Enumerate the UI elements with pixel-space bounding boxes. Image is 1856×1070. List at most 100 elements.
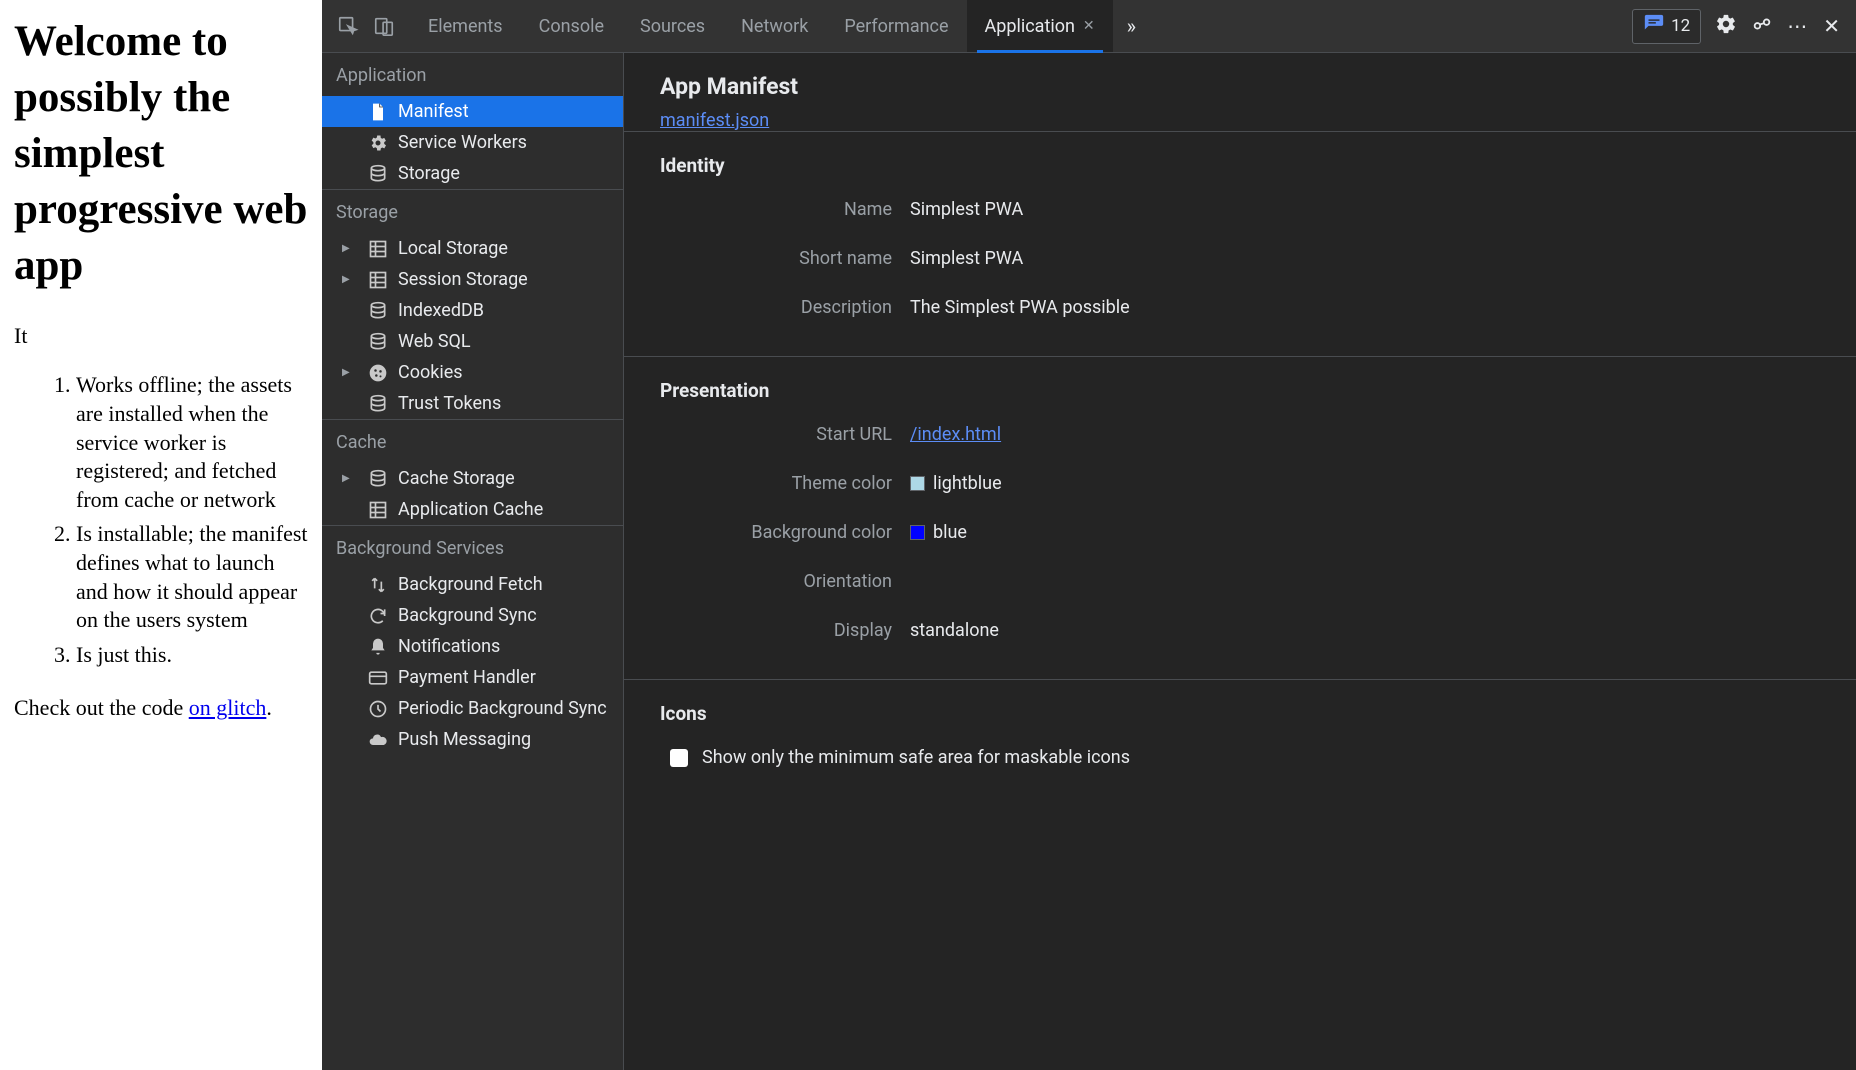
tab-application[interactable]: Application ✕ [967,0,1113,52]
sidebar-item-label: Trust Tokens [398,393,501,414]
settings-icon[interactable] [1715,13,1737,40]
list-item: Is installable; the manifest defines wha… [76,520,308,634]
tab-label: Elements [428,16,503,37]
inspect-element-icon[interactable] [330,8,366,44]
kv-orientation: Orientation [660,571,1820,592]
kv-name: Name Simplest PWA [660,199,1820,220]
kv-label: Theme color [660,473,910,494]
sidebar-item-background-sync[interactable]: Background Sync [322,600,623,631]
tab-strip: Elements Console Sources Network Perform… [410,0,1113,52]
start-url-link[interactable]: /index.html [910,424,1001,445]
devtools-body: ApplicationManifest Service Workers Storag… [322,53,1856,1070]
close-icon[interactable]: ✕ [1083,18,1095,34]
sidebar-section-title: Background Services [322,525,623,569]
more-tabs-icon[interactable]: » [1113,14,1150,38]
sidebar-item-application-cache[interactable]: Application Cache [322,494,623,525]
toggle-device-icon[interactable] [366,8,402,44]
tab-console[interactable]: Console [521,0,622,52]
kv-label: Short name [660,248,910,269]
checkout-prefix: Check out the code [14,695,189,720]
sidebar-item-trust-tokens[interactable]: Trust Tokens [322,388,623,419]
db-icon [368,469,388,489]
sidebar-section-title: Storage [322,189,623,233]
tab-label: Console [539,16,604,37]
sidebar-item-periodic-background-sync[interactable]: Periodic Background Sync [322,693,623,724]
tab-sources[interactable]: Sources [622,0,723,52]
kv-value: lightblue [933,473,1002,494]
manifest-file-link[interactable]: manifest.json [660,110,769,131]
whats-new-icon[interactable] [1751,13,1773,40]
kv-value: blue [933,522,967,543]
kv-value: standalone [910,620,999,641]
section-heading: Presentation [660,379,1820,402]
sidebar-item-local-storage[interactable]: Local Storage [322,233,623,264]
page-intro: It [14,323,308,349]
application-sidebar: ApplicationManifest Service Workers Storag… [322,53,624,1070]
tabbar-right-group: 12 ⋯ ✕ [1632,9,1848,44]
sidebar-item-notifications[interactable]: Notifications [322,631,623,662]
tab-performance[interactable]: Performance [826,0,966,52]
page-checkout: Check out the code on glitch. [14,695,308,721]
kv-description: Description The Simplest PWA possible [660,297,1820,318]
sidebar-item-push-messaging[interactable]: Push Messaging [322,724,623,755]
grid-icon [368,500,388,520]
sidebar-item-label: Background Fetch [398,574,543,595]
grid-icon [368,270,388,290]
theme-color-swatch [910,476,925,491]
sidebar-item-label: Background Sync [398,605,537,626]
list-item: Is just this. [76,641,308,670]
sidebar-section-title: Cache [322,419,623,463]
glitch-link[interactable]: on glitch [189,695,267,720]
section-heading: Icons [660,702,1820,725]
sidebar-item-service-workers[interactable]: Service Workers [322,127,623,158]
list-item: Works offline; the assets are installed … [76,371,308,514]
sidebar-item-web-sql[interactable]: Web SQL [322,326,623,357]
sidebar-item-label: Cookies [398,362,463,383]
kv-label: Description [660,297,910,318]
db-icon [368,332,388,352]
sync-icon [368,606,388,626]
bg-color-swatch [910,525,925,540]
tab-network[interactable]: Network [723,0,826,52]
sidebar-item-label: IndexedDB [398,300,484,321]
tab-elements[interactable]: Elements [410,0,521,52]
identity-section: Identity Name Simplest PWA Short name Si… [624,131,1856,356]
sidebar-item-cookies[interactable]: Cookies [322,357,623,388]
sidebar-item-indexeddb[interactable]: IndexedDB [322,295,623,326]
close-devtools-icon[interactable]: ✕ [1823,14,1840,38]
kv-label: Name [660,199,910,220]
kv-background-color: Background color blue [660,522,1820,543]
sidebar-item-label: Push Messaging [398,729,531,750]
tab-label: Network [741,16,808,37]
kv-display: Display standalone [660,620,1820,641]
devtools-tabbar: Elements Console Sources Network Perform… [322,0,1856,53]
sidebar-item-label: Web SQL [398,331,471,352]
grid-icon [368,239,388,259]
panel-title: App Manifest [660,73,1820,100]
sidebar-item-cache-storage[interactable]: Cache Storage [322,463,623,494]
sidebar-section-title: Application [322,53,623,96]
more-menu-icon[interactable]: ⋯ [1787,14,1809,38]
sidebar-item-manifest[interactable]: Manifest [322,96,623,127]
checkbox-icon[interactable] [670,749,688,767]
sidebar-item-storage[interactable]: Storage [322,158,623,189]
kv-label: Background color [660,522,910,543]
sidebar-item-payment-handler[interactable]: Payment Handler [322,662,623,693]
kv-value: The Simplest PWA possible [910,297,1130,318]
devtools-panel: Elements Console Sources Network Perform… [322,0,1856,1070]
tab-label: Sources [640,16,705,37]
clock-icon [368,699,388,719]
kv-label: Orientation [660,571,910,592]
kv-label: Display [660,620,910,641]
sidebar-item-background-fetch[interactable]: Background Fetch [322,569,623,600]
maskable-checkbox-row[interactable]: Show only the minimum safe area for mask… [660,747,1820,768]
kv-value: Simplest PWA [910,248,1023,269]
sidebar-item-label: Service Workers [398,132,527,153]
checkout-suffix: . [266,695,272,720]
sidebar-item-label: Local Storage [398,238,508,259]
file-icon [368,102,388,122]
icons-section: Icons Show only the minimum safe area fo… [624,679,1856,778]
issues-badge[interactable]: 12 [1632,9,1701,44]
kv-start-url: Start URL /index.html [660,424,1820,445]
sidebar-item-session-storage[interactable]: Session Storage [322,264,623,295]
